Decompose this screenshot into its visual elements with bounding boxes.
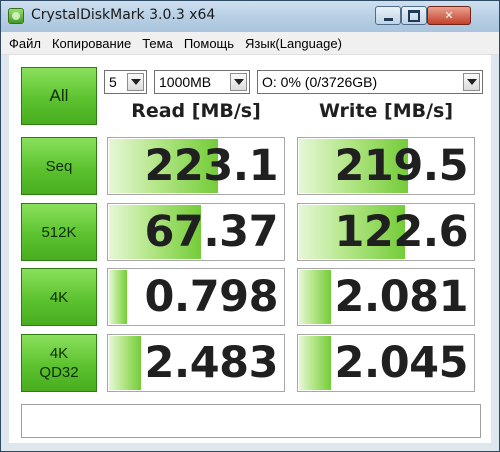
app-icon <box>8 8 24 24</box>
read-result-512k: 67.37 <box>107 203 285 261</box>
maximize-button[interactable] <box>401 6 427 25</box>
write-result-4k: 2.081 <box>297 268 475 326</box>
minimize-button[interactable] <box>375 6 401 25</box>
write-speed-value: 2.045 <box>334 338 468 388</box>
read-speed-value: 0.798 <box>144 272 278 322</box>
close-icon: ✕ <box>444 9 454 22</box>
menu-file[interactable]: Файл <box>1 36 46 51</box>
test-size-value: 1000MB <box>159 74 212 90</box>
close-button[interactable]: ✕ <box>427 6 471 25</box>
write-speed-bar <box>299 270 331 324</box>
read-column-header: Read [MB/s] <box>131 100 261 122</box>
run-512k-button[interactable]: 512K <box>21 203 97 261</box>
title-bar[interactable]: CrystalDiskMark 3.0.3 x64 ✕ <box>1 1 499 32</box>
write-speed-value: 219.5 <box>334 141 468 191</box>
chevron-down-icon[interactable] <box>127 73 144 91</box>
read-speed-bar <box>109 270 127 324</box>
menu-help[interactable]: Помощь <box>178 36 239 51</box>
drive-select[interactable]: O: 0% (0/3726GB) <box>257 70 483 94</box>
window-title: CrystalDiskMark 3.0.3 x64 <box>31 7 216 23</box>
menu-copy[interactable]: Копирование <box>46 36 136 51</box>
read-speed-bar <box>109 336 141 390</box>
test-count-value: 5 <box>109 74 117 90</box>
write-speed-bar <box>299 336 331 390</box>
read-speed-value: 2.483 <box>144 338 278 388</box>
run-all-button[interactable]: All <box>21 67 97 125</box>
read-speed-value: 223.1 <box>144 141 278 191</box>
write-speed-value: 122.6 <box>334 207 468 257</box>
menu-language[interactable]: Язык(Language) <box>239 36 347 51</box>
chevron-down-icon[interactable] <box>230 73 247 91</box>
read-result-4k: 0.798 <box>107 268 285 326</box>
maximize-icon <box>408 9 420 22</box>
drive-value: O: 0% (0/3726GB) <box>262 74 378 90</box>
run-seq-button[interactable]: Seq <box>21 137 97 195</box>
read-result-seq: 223.1 <box>107 137 285 195</box>
benchmark-panel: All 5 1000MB O: 0% (0/3726GB) Read [MB/s… <box>9 55 491 443</box>
read-speed-value: 67.37 <box>144 207 278 257</box>
write-speed-value: 2.081 <box>334 272 468 322</box>
app-window: CrystalDiskMark 3.0.3 x64 ✕ Файл Копиров… <box>0 0 500 452</box>
status-bar <box>21 404 481 438</box>
chevron-down-icon[interactable] <box>463 73 480 91</box>
run-4k-qd32-button[interactable]: 4K QD32 <box>21 334 97 392</box>
write-result-seq: 219.5 <box>297 137 475 195</box>
read-result-4k-qd32: 2.483 <box>107 334 285 392</box>
test-count-select[interactable]: 5 <box>104 70 147 94</box>
menu-bar: Файл Копирование Тема Помощь Язык(Langua… <box>1 32 499 55</box>
menu-theme[interactable]: Тема <box>136 36 178 51</box>
test-size-select[interactable]: 1000MB <box>154 70 250 94</box>
run-4k-button[interactable]: 4K <box>21 268 97 326</box>
write-column-header: Write [MB/s] <box>318 100 454 122</box>
minimize-icon <box>383 17 393 21</box>
write-result-4k-qd32: 2.045 <box>297 334 475 392</box>
write-result-512k: 122.6 <box>297 203 475 261</box>
